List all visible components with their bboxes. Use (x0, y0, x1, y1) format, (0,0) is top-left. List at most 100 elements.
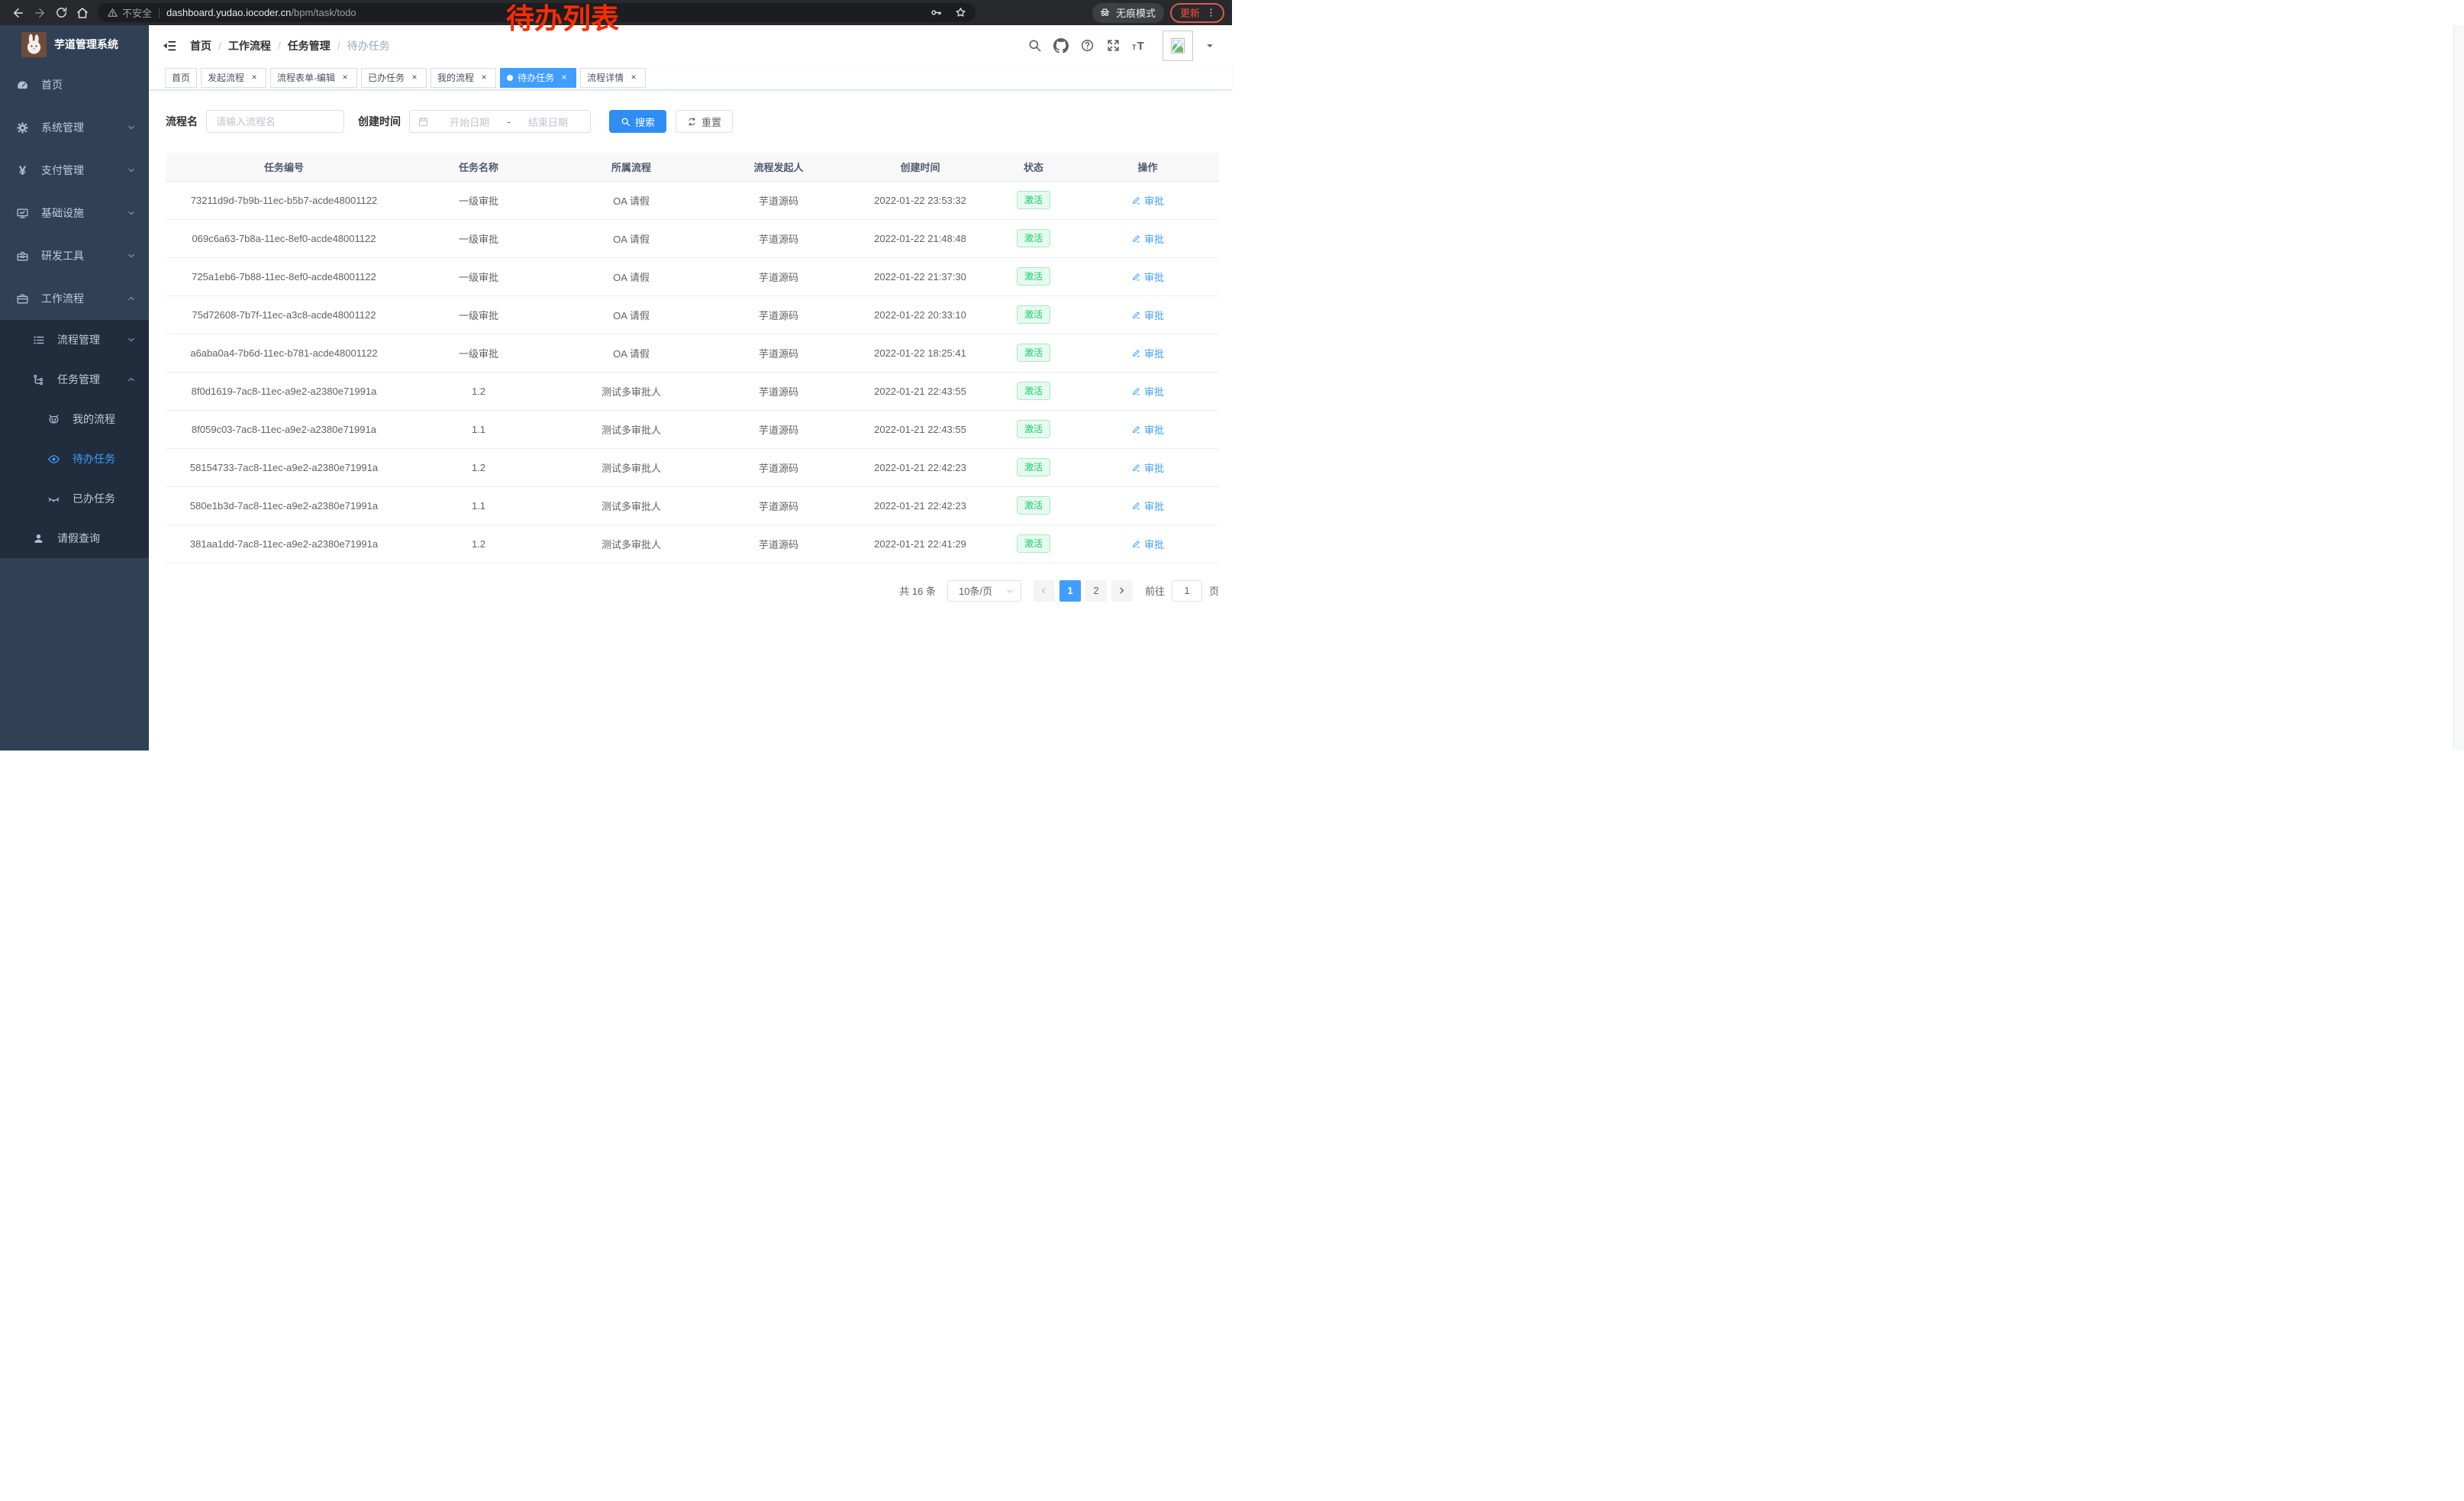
process-name-input[interactable] (206, 110, 344, 133)
tab-done-task[interactable]: 已办任务 × (361, 68, 427, 88)
sidebar: 芋道管理系统 首页 系统管理 ¥ (0, 25, 149, 750)
cell-task-name: 一级审批 (402, 219, 555, 257)
page-number-button[interactable]: 1 (1059, 580, 1081, 602)
select-chevron-icon (1005, 586, 1014, 596)
page-scrollbar[interactable] (2453, 25, 2464, 750)
browser-menu-kebab-icon[interactable] (1205, 7, 1217, 18)
page-number-button[interactable]: 2 (1085, 580, 1107, 602)
tab-close-icon[interactable]: × (249, 73, 260, 83)
cell-task-id: 8f059c03-7ac8-11ec-a9e2-a2380e71991a (166, 410, 402, 448)
approve-link[interactable]: 审批 (1131, 270, 1164, 284)
browser-forward-button[interactable] (29, 2, 50, 24)
tab-start-process[interactable]: 发起流程 × (201, 68, 266, 88)
fullscreen-icon[interactable] (1106, 38, 1121, 53)
start-date-placeholder[interactable]: 开始日期 (435, 115, 504, 129)
font-size-icon[interactable]: TT (1132, 38, 1147, 53)
approve-link[interactable]: 审批 (1131, 193, 1164, 208)
address-bar[interactable]: 不安全 dashboard.yudao.iocoder.cn/bpm/task/… (98, 3, 976, 22)
tab-close-icon[interactable]: × (340, 73, 350, 83)
sidebar-item-infra[interactable]: 基础设施 (0, 192, 149, 234)
tab-todo-task[interactable]: 待办任务 × (500, 68, 576, 88)
search-button[interactable]: 搜索 (609, 110, 666, 133)
browser-reload-button[interactable] (50, 2, 72, 24)
cell-process: 测试多审批人 (555, 372, 708, 410)
chevron-icon (127, 375, 136, 384)
next-page-button[interactable] (1111, 580, 1133, 602)
cell-process: OA 请假 (555, 257, 708, 295)
end-date-placeholder[interactable]: 结束日期 (514, 115, 582, 129)
page-size-select[interactable]: 10条/页 (947, 580, 1021, 602)
page-content: 流程名 创建时间 开始日期 - 结束日期 搜索 重置 (149, 90, 1232, 750)
approve-link[interactable]: 审批 (1131, 460, 1164, 475)
sidebar-item-todo-task[interactable]: 待办任务 (0, 439, 149, 479)
user-menu-caret-icon[interactable] (1205, 40, 1215, 51)
tab-home[interactable]: 首页 (165, 68, 197, 88)
breadcrumb-link[interactable]: 首页 (190, 38, 211, 53)
sidebar-item-process-mgmt[interactable]: 流程管理 (0, 320, 149, 360)
status-badge: 激活 (1017, 344, 1050, 362)
sidebar-item-payment[interactable]: ¥ 支付管理 (0, 149, 149, 192)
edit-pen-icon (1131, 195, 1141, 205)
tab-label: 已办任务 (368, 71, 405, 84)
create-time-label: 创建时间 (358, 114, 401, 129)
tab-process-detail[interactable]: 流程详情 × (580, 68, 646, 88)
sidebar-item-done-task[interactable]: 已办任务 (0, 479, 149, 518)
cell-task-id: 381aa1dd-7ac8-11ec-a9e2-a2380e71991a (166, 525, 402, 563)
cell-task-id: 75d72608-7b7f-11ec-a3c8-acde48001122 (166, 295, 402, 334)
approve-link[interactable]: 审批 (1131, 231, 1164, 246)
cell-initiator: 芋道源码 (708, 257, 850, 295)
cell-initiator: 芋道源码 (708, 448, 850, 486)
approve-link[interactable]: 审批 (1131, 499, 1164, 513)
tab-close-icon[interactable]: × (559, 73, 569, 83)
help-icon[interactable] (1080, 38, 1095, 53)
user-avatar[interactable] (1163, 31, 1193, 61)
approve-link[interactable]: 审批 (1131, 422, 1164, 437)
cell-process: 测试多审批人 (555, 410, 708, 448)
tab-form-edit[interactable]: 流程表单-编辑 × (270, 68, 357, 88)
breadcrumb-item: 待办任务 (347, 38, 390, 53)
password-key-icon[interactable] (925, 2, 947, 24)
security-warning[interactable]: 不安全 (107, 5, 152, 20)
approve-link[interactable]: 审批 (1131, 308, 1164, 322)
monitor-icon (16, 207, 29, 220)
goto-page-input[interactable] (1172, 580, 1202, 602)
table-header-row: 任务编号任务名称所属流程流程发起人创建时间状态操作 (166, 153, 1219, 181)
cell-created: 2022-01-21 22:43:55 (850, 372, 991, 410)
sidebar-item-workflow[interactable]: 工作流程 (0, 277, 149, 320)
approve-link[interactable]: 审批 (1131, 346, 1164, 360)
sidebar-fold-icon[interactable] (162, 38, 177, 53)
bookmark-star-icon[interactable] (950, 2, 971, 24)
edit-pen-icon (1131, 501, 1141, 511)
cell-process: OA 请假 (555, 181, 708, 219)
reset-button[interactable]: 重置 (676, 110, 733, 133)
eye-icon (47, 453, 60, 466)
prev-page-button[interactable] (1034, 580, 1055, 602)
app-title: 芋道管理系统 (54, 37, 118, 52)
tab-close-icon[interactable]: × (409, 73, 420, 83)
breadcrumb-link[interactable]: 待办任务 (347, 38, 390, 53)
browser-update-button[interactable]: 更新 (1170, 3, 1224, 23)
sidebar-item-home[interactable]: 首页 (0, 63, 149, 106)
approve-link[interactable]: 审批 (1131, 537, 1164, 551)
date-range-picker[interactable]: 开始日期 - 结束日期 (409, 110, 591, 133)
tab-close-icon[interactable]: × (628, 73, 639, 83)
cell-task-id: 73211d9d-7b9b-11ec-b5b7-acde48001122 (166, 181, 402, 219)
search-icon[interactable] (1027, 38, 1042, 53)
cell-task-name: 1.2 (402, 372, 555, 410)
tab-my-process[interactable]: 我的流程 × (431, 68, 496, 88)
tab-close-icon[interactable]: × (479, 73, 489, 83)
breadcrumb-link[interactable]: 工作流程 (228, 38, 271, 53)
github-icon[interactable] (1053, 38, 1069, 53)
cell-created: 2022-01-21 22:42:23 (850, 448, 991, 486)
app-logo[interactable]: 芋道管理系统 (0, 25, 149, 63)
sidebar-item-leave-query[interactable]: 请假查询 (0, 518, 149, 558)
sidebar-item-my-process[interactable]: 我的流程 (0, 399, 149, 439)
approve-link[interactable]: 审批 (1131, 384, 1164, 399)
sidebar-item-system[interactable]: 系统管理 (0, 106, 149, 149)
briefcase-icon (16, 292, 29, 305)
sidebar-item-devtools[interactable]: 研发工具 (0, 234, 149, 277)
sidebar-item-task-mgmt[interactable]: 任务管理 (0, 360, 149, 399)
breadcrumb-link[interactable]: 任务管理 (288, 38, 331, 53)
browser-back-button[interactable] (8, 2, 29, 24)
browser-home-button[interactable] (72, 2, 93, 24)
